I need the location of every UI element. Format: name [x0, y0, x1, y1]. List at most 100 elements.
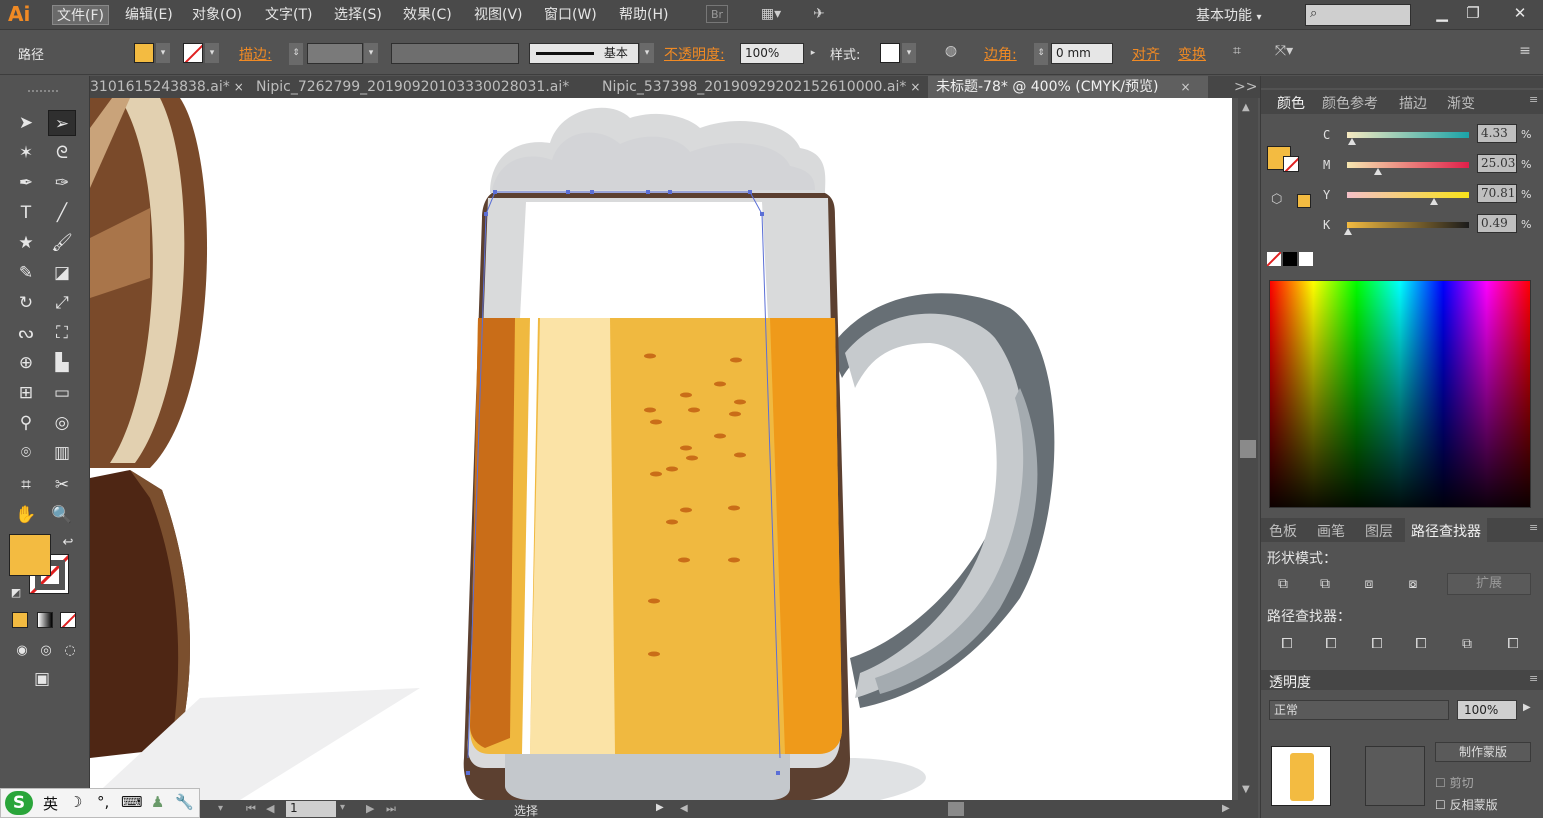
stroke-dropdown[interactable]: ▾	[205, 43, 219, 63]
opacity-arrow[interactable]: ▸	[806, 43, 820, 63]
menu-help[interactable]: 帮助(H)	[615, 5, 672, 25]
menu-file[interactable]: 文件(F)	[52, 5, 109, 25]
status-menu-arrow[interactable]: ▶	[656, 802, 664, 813]
tab-document-3[interactable]: Nipic_537398_20190929202152610000.ai* ×	[602, 76, 922, 98]
crop-icon[interactable]: ⧠	[1409, 634, 1433, 654]
align-panel-link[interactable]: 对齐	[1132, 44, 1160, 64]
merge-icon[interactable]: ⧠	[1365, 634, 1389, 654]
opacity-field[interactable]: 100%	[740, 43, 804, 64]
draw-inside-icon[interactable]: ◌	[56, 638, 84, 664]
white-color-button[interactable]	[1299, 252, 1313, 266]
tab-stroke[interactable]: 描边	[1399, 93, 1427, 113]
vertical-scrollbar[interactable]: ▲ ▼	[1238, 98, 1258, 800]
cmyk-slider-c[interactable]	[1347, 132, 1469, 138]
cmyk-slider-y[interactable]	[1347, 192, 1469, 198]
screen-mode-icon[interactable]: ▣	[28, 666, 56, 692]
tab-color-guide[interactable]: 颜色参考	[1322, 93, 1378, 113]
workspace-switcher[interactable]: 基本功能 ▾	[1196, 5, 1261, 25]
user-icon[interactable]: ♟	[151, 793, 164, 811]
scroll-left-icon[interactable]: ◀	[680, 803, 688, 814]
control-bar-menu-icon[interactable]: ≡	[1514, 42, 1536, 60]
intersect-icon[interactable]: ⧈	[1357, 574, 1381, 594]
cmyk-slider-k[interactable]	[1347, 222, 1469, 228]
magic-wand-tool-icon[interactable]: ✶	[12, 140, 40, 166]
cmyk-slider-thumb[interactable]	[1429, 198, 1438, 205]
swap-colors-icon[interactable]: ↩	[54, 530, 82, 556]
tab-document-2[interactable]: Nipic_7262799_20190920103330028031.ai*×	[256, 76, 574, 98]
close-window-button[interactable]: ✕	[1505, 2, 1535, 24]
fill-color-box[interactable]	[9, 534, 51, 576]
hand-tool-icon[interactable]: ✋	[12, 502, 40, 528]
variable-width-profile[interactable]	[391, 43, 519, 64]
eraser-tool-icon[interactable]: ◪	[48, 260, 76, 286]
fill-swatch[interactable]	[134, 43, 154, 63]
trim-icon[interactable]: ⧠	[1319, 634, 1343, 654]
tab-pathfinder[interactable]: 路径查找器	[1405, 518, 1487, 544]
search-input[interactable]	[1305, 4, 1411, 26]
last-page-icon[interactable]: ⏭	[386, 802, 396, 816]
pen-tool-icon[interactable]: ✒	[12, 170, 40, 196]
free-transform-tool-icon[interactable]: ⛶	[48, 320, 76, 346]
pencil-tool-icon[interactable]: ✎	[12, 260, 40, 286]
cmyk-value-c[interactable]: 4.33	[1477, 124, 1517, 143]
cmyk-slider-thumb[interactable]	[1343, 228, 1352, 235]
direct-selection-tool-icon[interactable]: ➢	[48, 110, 76, 136]
warp-tool-icon[interactable]: ᔓ	[12, 320, 40, 346]
close-icon[interactable]: ×	[910, 80, 920, 94]
transparency-opacity-field[interactable]: 100%	[1457, 700, 1517, 720]
transform-options-icon[interactable]: ⤧▾	[1266, 42, 1302, 60]
expand-button[interactable]: 扩展	[1447, 573, 1531, 595]
scroll-right-icon[interactable]: ▶	[1222, 803, 1230, 814]
lasso-tool-icon[interactable]: ᘓ	[48, 140, 76, 166]
color-panel-stroke-swatch[interactable]	[1283, 156, 1299, 172]
vertical-scroll-thumb[interactable]	[1240, 440, 1256, 458]
tab-document-1[interactable]: 3101615243838.ai* ×	[90, 76, 242, 98]
paintbrush-tool-icon[interactable]: 🖌	[48, 230, 76, 256]
gamut-swatch[interactable]	[1297, 194, 1311, 208]
zoom-dropdown-arrow[interactable]: ▾	[218, 803, 223, 814]
opacity-panel-link[interactable]: 不透明度:	[664, 44, 725, 64]
zoom-tool-icon[interactable]: 🔍	[48, 502, 76, 528]
brush-profile-select[interactable]: 基本	[529, 43, 639, 64]
half-width-moon-icon[interactable]: ☽	[69, 793, 82, 811]
menu-select[interactable]: 选择(S)	[330, 5, 386, 25]
cmyk-slider-thumb[interactable]	[1373, 168, 1382, 175]
tab-color[interactable]: 颜色	[1277, 93, 1305, 113]
scale-tool-icon[interactable]: ⤢	[48, 290, 76, 316]
clip-checkbox[interactable]: ☐ 剪切	[1435, 774, 1474, 791]
star-tool-icon[interactable]: ★	[12, 230, 40, 256]
restore-button[interactable]: ❐	[1458, 2, 1488, 24]
next-page-icon[interactable]: ▶	[366, 802, 374, 815]
invert-mask-checkbox[interactable]: ☐ 反相蒙版	[1435, 796, 1498, 813]
symbol-sprayer-tool-icon[interactable]: ⌾	[12, 440, 40, 466]
cmyk-slider-thumb[interactable]	[1347, 138, 1356, 145]
blend-mode-select[interactable]: 正常	[1269, 700, 1449, 720]
ime-language-toggle[interactable]: 英	[43, 793, 58, 814]
artboard-canvas[interactable]	[90, 98, 1232, 800]
gradient-mode-button[interactable]	[37, 612, 53, 628]
none-mode-button[interactable]	[60, 612, 76, 628]
make-mask-button[interactable]: 制作蒙版	[1435, 742, 1531, 762]
mesh-tool-icon[interactable]: ⊞	[12, 380, 40, 406]
column-graph-tool-icon[interactable]: ▥	[48, 440, 76, 466]
panel-menu-icon[interactable]: ≡	[1529, 521, 1538, 534]
blend-tool-icon[interactable]: ◎	[48, 410, 76, 436]
color-mode-button[interactable]	[12, 612, 28, 628]
shape-builder-tool-icon[interactable]: ⊕	[12, 350, 40, 376]
tab-brushes[interactable]: 画笔	[1317, 521, 1345, 541]
artboard-number-field[interactable]: 1	[286, 801, 336, 817]
stroke-panel-link[interactable]: 描边:	[239, 44, 272, 64]
arrange-documents-icon[interactable]: ▦▾	[754, 5, 788, 23]
corner-stepper[interactable]: ⇕	[1034, 43, 1048, 65]
menu-effect[interactable]: 效果(C)	[399, 5, 456, 25]
horizontal-scroll-thumb[interactable]	[948, 802, 964, 816]
first-page-icon[interactable]: ⏮	[246, 802, 256, 816]
punctuation-icon[interactable]: °,	[97, 793, 109, 811]
eyedropper-tool-icon[interactable]: ⚲	[12, 410, 40, 436]
corner-radius-field[interactable]: 0 mm	[1051, 43, 1113, 64]
toolbox-grip[interactable]	[28, 90, 58, 96]
artboard-dropdown-arrow[interactable]: ▾	[340, 802, 345, 813]
divide-icon[interactable]: ⧠	[1275, 634, 1299, 654]
tab-overflow-button[interactable]: >>	[1234, 76, 1256, 98]
gpu-performance-icon[interactable]: ✈	[808, 5, 830, 23]
